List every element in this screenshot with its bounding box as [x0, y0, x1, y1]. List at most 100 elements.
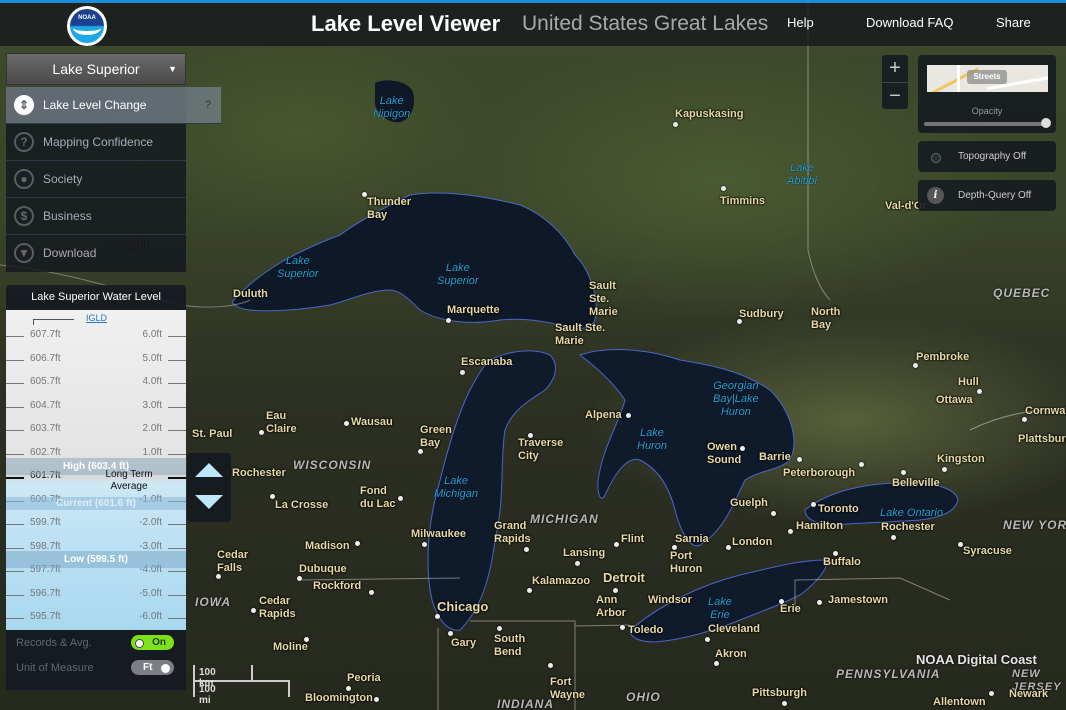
city-label: Rockford: [313, 580, 362, 592]
city-dot: [304, 637, 309, 642]
tick-change: -3.0ft: [139, 540, 162, 552]
city-dot: [737, 319, 742, 324]
water-level-gauge[interactable]: IGLD 607.7ft 6.0ft 606.7ft 5.0ft 605.7ft 4.0f…: [6, 310, 186, 630]
igld-link[interactable]: IGLD: [86, 313, 107, 323]
opacity-slider[interactable]: [924, 122, 1046, 126]
city-dot: [398, 496, 403, 501]
menu-item-label: Society: [43, 172, 83, 186]
city-dot: [714, 661, 719, 666]
menu-item-download[interactable]: ▼ Download: [6, 235, 186, 272]
city-dot: [977, 389, 982, 394]
tick-change: 1.0ft: [142, 446, 162, 458]
basemap-thumbnail[interactable]: Streets: [927, 65, 1048, 92]
city-label: Belleville: [892, 477, 940, 489]
city-label: Marquette: [447, 304, 500, 316]
city-label: Ottawa: [936, 394, 973, 406]
city-dot: [497, 626, 502, 631]
city-label: Windsor: [648, 594, 692, 606]
city-dot: [797, 457, 802, 462]
opacity-slider-handle[interactable]: [1041, 118, 1051, 128]
depth-query-label: Depth-Query Off: [958, 190, 1032, 201]
city-label: Duluth: [233, 288, 268, 300]
city-label: Hull: [958, 376, 979, 388]
state-label: INDIANA: [497, 697, 554, 710]
lake-label: Lake Nipigon: [373, 95, 411, 120]
depth-query-toggle[interactable]: i Depth-Query Off: [918, 180, 1056, 211]
unit-toggle[interactable]: Ft: [131, 660, 174, 675]
lake-select-dropdown[interactable]: Lake Superior ▼: [6, 53, 186, 85]
tick-change: 3.0ft: [142, 399, 162, 411]
menu-item-society[interactable]: ● Society: [6, 161, 186, 198]
city-label: Buffalo: [823, 556, 861, 568]
city-dot: [460, 370, 465, 375]
caret-down-icon: ▼: [168, 64, 177, 74]
download-icon: ▼: [14, 243, 34, 263]
topography-toggle[interactable]: Topography Off: [918, 141, 1056, 172]
tick-change: 5.0ft: [142, 352, 162, 364]
tick-elevation: 596.7ft: [30, 587, 61, 599]
noaa-logo[interactable]: NOAA: [67, 6, 107, 46]
gauge-tick: 607.7ft 6.0ft: [6, 329, 186, 343]
state-label: NEW YORK: [1003, 518, 1066, 532]
city-label: Green Bay: [420, 424, 452, 449]
level-stepper: [187, 453, 231, 522]
unit-label: Unit of Measure: [16, 662, 94, 674]
city-dot: [446, 318, 451, 323]
city-dot: [859, 462, 864, 467]
gauge-tick: 599.7ft -2.0ft: [6, 517, 186, 531]
level-up-arrow-icon[interactable]: [195, 463, 223, 477]
city-dot: [942, 467, 947, 472]
city-label: Wausau: [351, 416, 393, 428]
opacity-label: Opacity: [971, 106, 1003, 116]
gauge-tick: 605.7ft 4.0ft: [6, 376, 186, 390]
nav-help[interactable]: Help: [787, 15, 814, 30]
nav-share[interactable]: Share: [996, 15, 1031, 30]
records-toggle[interactable]: On: [131, 635, 174, 650]
toggle-knob: [135, 639, 144, 648]
city-label: Sault Ste. Marie: [589, 280, 618, 318]
city-label: Cedar Falls: [217, 549, 249, 574]
state-label: WISCONSIN: [293, 458, 372, 472]
menu-item-label: Lake Level Change: [43, 98, 147, 112]
city-dot: [344, 421, 349, 426]
gauge-tick: 606.7ft 5.0ft: [6, 353, 186, 367]
city-label: Cornwall: [1025, 405, 1066, 417]
help-icon[interactable]: ?: [205, 87, 211, 124]
city-dot: [913, 363, 918, 368]
city-label: Cleveland: [708, 623, 760, 635]
menu-item-mapping-confidence[interactable]: ? Mapping Confidence: [6, 124, 186, 161]
city-label: Erie: [780, 603, 801, 615]
city-dot: [297, 576, 302, 581]
state-label: MICHIGAN: [530, 512, 599, 526]
city-label: Cedar Rapids: [259, 595, 296, 620]
nav-download-faq[interactable]: Download FAQ: [866, 15, 953, 30]
city-dot: [374, 697, 379, 702]
city-dot: [958, 542, 963, 547]
city-dot: [422, 542, 427, 547]
toggle-state: On: [152, 637, 166, 648]
menu-item-lake-level-change[interactable]: ⇕ Lake Level Change ?: [6, 87, 221, 124]
tick-elevation: 605.7ft: [30, 376, 61, 387]
city-dot: [626, 413, 631, 418]
lake-label: Georgian Bay|Lake Huron: [713, 380, 759, 418]
city-label: Traverse City: [518, 437, 564, 462]
tick-change: 2.0ft: [142, 423, 162, 434]
city-dot: [833, 551, 838, 556]
attribution-logo: NOAA Digital Coast: [916, 652, 1037, 667]
city-label: Flint: [621, 533, 645, 545]
city-label: Bloomington: [305, 692, 373, 704]
scale-mi: 100 mi: [199, 684, 216, 706]
zoom-out-button[interactable]: −: [882, 83, 908, 110]
city-label: Moline: [273, 641, 308, 653]
zoom-in-button[interactable]: +: [882, 55, 908, 83]
state-label: IOWA: [195, 595, 231, 609]
records-label: Records & Avg.: [16, 637, 92, 649]
sidebar-menu: ⇕ Lake Level Change ? ? Mapping Confiden…: [6, 87, 221, 272]
level-down-arrow-icon[interactable]: [195, 495, 223, 509]
state-label: OHIO: [626, 690, 661, 704]
menu-item-business[interactable]: $ Business: [6, 198, 186, 235]
city-dot: [705, 637, 710, 642]
city-label: Fond du Lac: [360, 485, 396, 510]
lake-level-icon: ⇕: [14, 95, 34, 115]
water-level-title: Lake Superior Water Level: [31, 291, 161, 303]
